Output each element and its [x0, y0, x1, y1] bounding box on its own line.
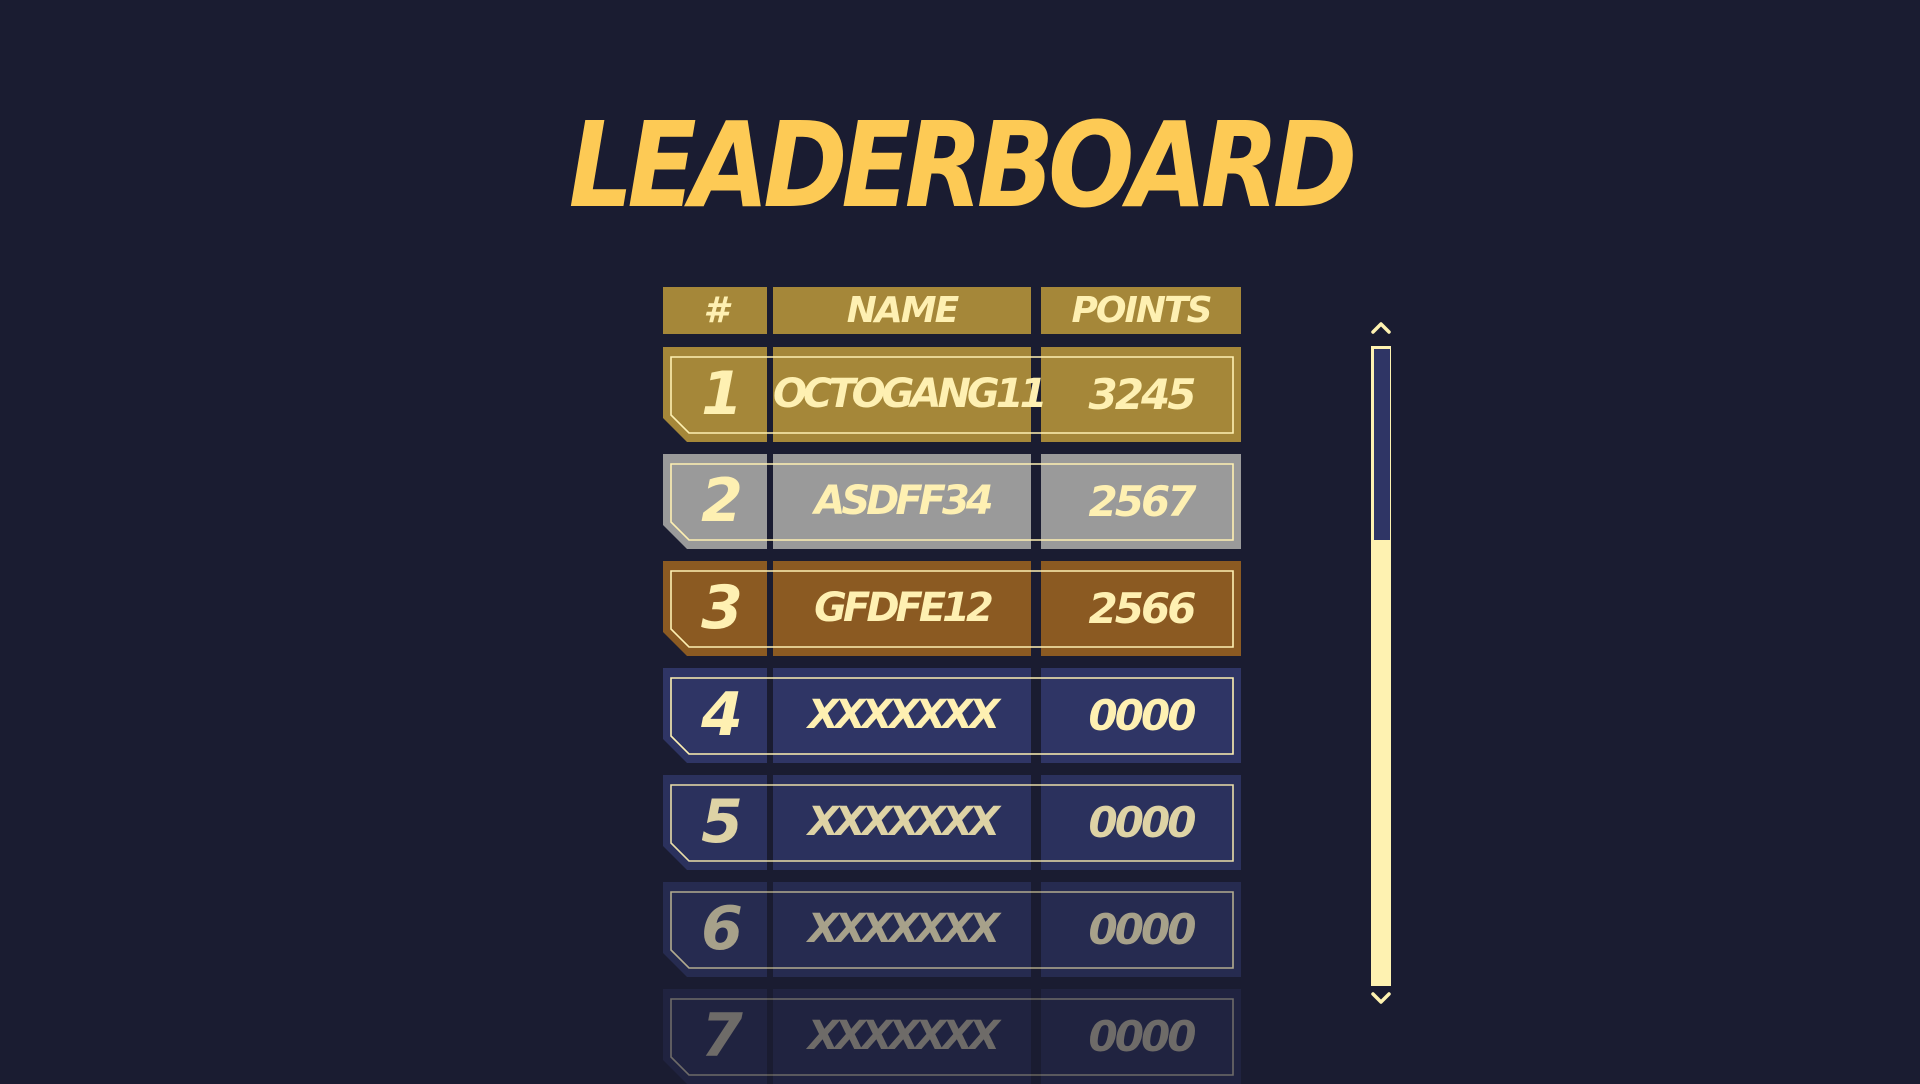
scrollbar-track[interactable]	[1371, 346, 1391, 986]
row-rank: 6	[701, 894, 743, 964]
row-points: 0000	[1088, 1012, 1197, 1061]
scrollbar-thumb[interactable]	[1374, 349, 1390, 540]
header-name: NAME	[773, 287, 1031, 334]
row-rank: 1	[701, 359, 743, 429]
table-row[interactable]: 2 ASDFF34 2567	[663, 454, 1241, 549]
table-row[interactable]: 6 XXXXXXX 0000	[663, 882, 1241, 977]
row-points: 2566	[1088, 584, 1197, 633]
row-name: ASDFF34	[814, 478, 993, 524]
chevron-up-icon	[1371, 322, 1391, 334]
row-name: XXXXXXX	[808, 799, 1000, 845]
table-row[interactable]: 4 XXXXXXX 0000	[663, 668, 1241, 763]
table-row[interactable]: 5 XXXXXXX 0000	[663, 775, 1241, 870]
row-points: 0000	[1088, 798, 1197, 847]
chevron-down-icon	[1371, 992, 1391, 1004]
row-rank: 5	[701, 787, 743, 857]
row-name: GFDFE12	[814, 585, 994, 631]
table-row[interactable]: 7 XXXXXXX 0000	[663, 989, 1241, 1084]
page-title: LEADERBOARD	[568, 96, 1358, 234]
row-name: OCTOGANG11	[773, 371, 1047, 417]
header-rank: #	[663, 287, 767, 334]
row-rank: 2	[701, 466, 743, 536]
row-name: XXXXXXX	[808, 692, 1000, 738]
row-points: 3245	[1088, 370, 1197, 419]
row-rank: 7	[701, 1001, 743, 1071]
leaderboard-table: # NAME POINTS 1 OCTOGANG11 3245 2 ASDFF34 256…	[663, 287, 1241, 1084]
scroll-up-button[interactable]	[1369, 318, 1393, 338]
header-points: POINTS	[1041, 287, 1241, 334]
row-name: XXXXXXX	[808, 1013, 1000, 1059]
table-header: # NAME POINTS	[663, 287, 1241, 334]
scroll-down-button[interactable]	[1369, 988, 1393, 1008]
row-points: 0000	[1088, 691, 1197, 740]
row-points: 0000	[1088, 905, 1197, 954]
row-rank: 4	[701, 680, 743, 750]
table-row[interactable]: 1 OCTOGANG11 3245	[663, 347, 1241, 442]
row-points: 2567	[1088, 477, 1197, 526]
row-name: XXXXXXX	[808, 906, 1000, 952]
table-row[interactable]: 3 GFDFE12 2566	[663, 561, 1241, 656]
row-rank: 3	[701, 573, 743, 643]
